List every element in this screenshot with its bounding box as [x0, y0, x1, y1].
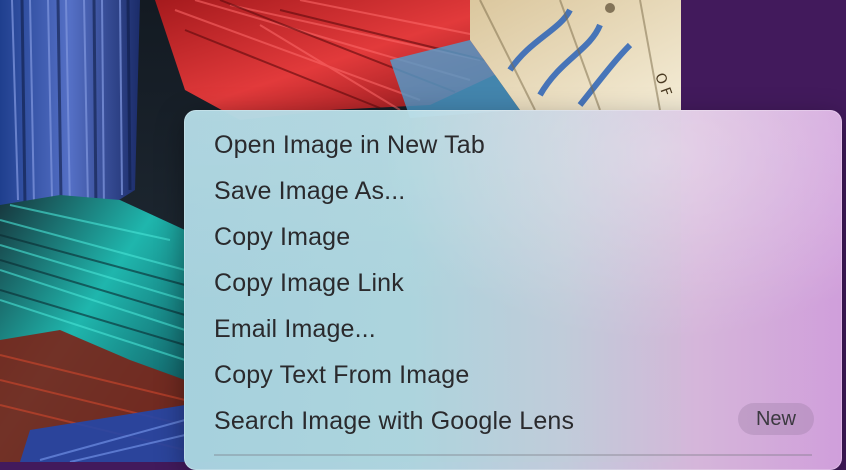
menu-item-search-image-with-google-lens[interactable]: Search Image with Google Lens New — [184, 399, 842, 445]
menu-item-email-image[interactable]: Email Image... — [184, 307, 842, 353]
menu-item-save-image-as[interactable]: Save Image As... — [184, 169, 842, 215]
menu-item-label: Copy Text From Image — [214, 361, 470, 389]
menu-item-label: Open Image in New Tab — [214, 131, 485, 159]
menu-item-copy-text-from-image[interactable]: Copy Text From Image — [184, 353, 842, 399]
menu-item-copy-image[interactable]: Copy Image — [184, 215, 842, 261]
menu-list: Open Image in New Tab Save Image As... C… — [184, 123, 842, 445]
context-menu: Open Image in New Tab Save Image As... C… — [184, 110, 842, 470]
menu-item-label: Save Image As... — [214, 177, 406, 205]
menu-separator — [214, 454, 812, 456]
menu-item-label: Copy Image Link — [214, 269, 404, 297]
menu-item-copy-image-link[interactable]: Copy Image Link — [184, 261, 842, 307]
menu-item-open-image-in-new-tab[interactable]: Open Image in New Tab — [184, 123, 842, 169]
new-badge: New — [737, 403, 814, 435]
menu-item-label: Search Image with Google Lens — [214, 407, 575, 435]
menu-item-label: Copy Image — [214, 223, 351, 251]
menu-item-label: Email Image... — [214, 315, 376, 343]
